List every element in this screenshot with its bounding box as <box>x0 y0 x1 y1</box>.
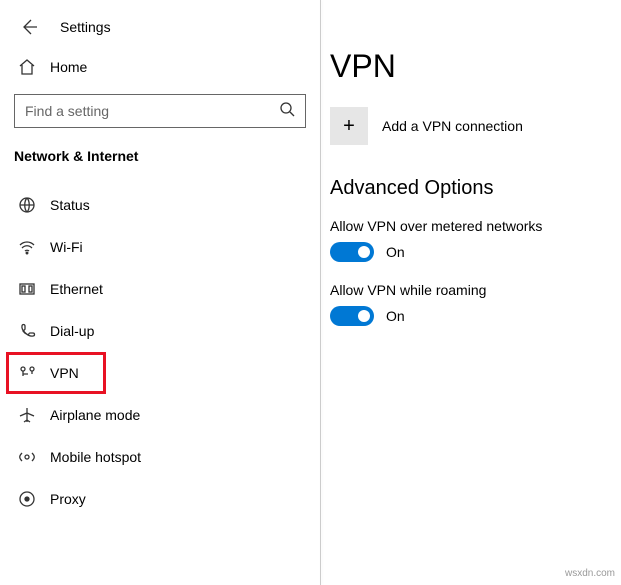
add-vpn-button[interactable]: + Add a VPN connection <box>330 107 621 145</box>
nav-label: Mobile hotspot <box>50 449 141 465</box>
ethernet-icon <box>18 280 36 298</box>
hotspot-icon <box>18 448 36 466</box>
plus-icon: + <box>330 107 368 145</box>
nav-item-ethernet[interactable]: Ethernet <box>0 268 320 310</box>
section-header: Network & Internet <box>0 142 320 184</box>
nav-label: VPN <box>50 365 79 381</box>
option-label: Allow VPN over metered networks <box>330 218 621 234</box>
dialup-icon <box>18 322 36 340</box>
advanced-header: Advanced Options <box>330 177 621 200</box>
nav-label: Airplane mode <box>50 407 140 423</box>
header: Settings <box>0 0 320 48</box>
toggle-row: On <box>330 306 621 326</box>
nav-label: Status <box>50 197 90 213</box>
globe-icon <box>18 196 36 214</box>
add-label: Add a VPN connection <box>382 118 523 134</box>
watermark: wsxdn.com <box>565 568 615 579</box>
nav-item-vpn[interactable]: VPN <box>6 352 106 394</box>
airplane-icon <box>18 406 36 424</box>
nav-label: Proxy <box>50 491 86 507</box>
proxy-icon <box>18 490 36 508</box>
nav-item-hotspot[interactable]: Mobile hotspot <box>0 436 320 478</box>
nav-home[interactable]: Home <box>0 48 320 86</box>
nav-label: Ethernet <box>50 281 103 297</box>
vpn-icon <box>18 364 36 382</box>
home-label: Home <box>50 59 87 75</box>
option-label: Allow VPN while roaming <box>330 282 621 298</box>
toggle-metered[interactable] <box>330 242 374 262</box>
nav-item-wifi[interactable]: Wi-Fi <box>0 226 320 268</box>
nav-item-proxy[interactable]: Proxy <box>0 478 320 520</box>
option-metered: Allow VPN over metered networks On <box>330 218 621 262</box>
search-icon <box>279 101 295 122</box>
search-box[interactable] <box>14 94 306 128</box>
toggle-row: On <box>330 242 621 262</box>
search-input[interactable] <box>25 103 279 119</box>
back-icon[interactable] <box>20 18 38 36</box>
home-icon <box>18 58 36 76</box>
main-panel: VPN + Add a VPN connection Advanced Opti… <box>320 0 621 585</box>
nav-label: Dial-up <box>50 323 94 339</box>
page-title: VPN <box>330 48 621 85</box>
toggle-roaming[interactable] <box>330 306 374 326</box>
nav-label: Wi-Fi <box>50 239 83 255</box>
nav-item-airplane[interactable]: Airplane mode <box>0 394 320 436</box>
header-title: Settings <box>60 19 111 35</box>
wifi-icon <box>18 238 36 256</box>
sidebar: Settings Home Network & Internet Status … <box>0 0 320 585</box>
toggle-state: On <box>386 308 405 324</box>
toggle-state: On <box>386 244 405 260</box>
nav-item-status[interactable]: Status <box>0 184 320 226</box>
option-roaming: Allow VPN while roaming On <box>330 282 621 326</box>
nav-item-dialup[interactable]: Dial-up <box>0 310 320 352</box>
